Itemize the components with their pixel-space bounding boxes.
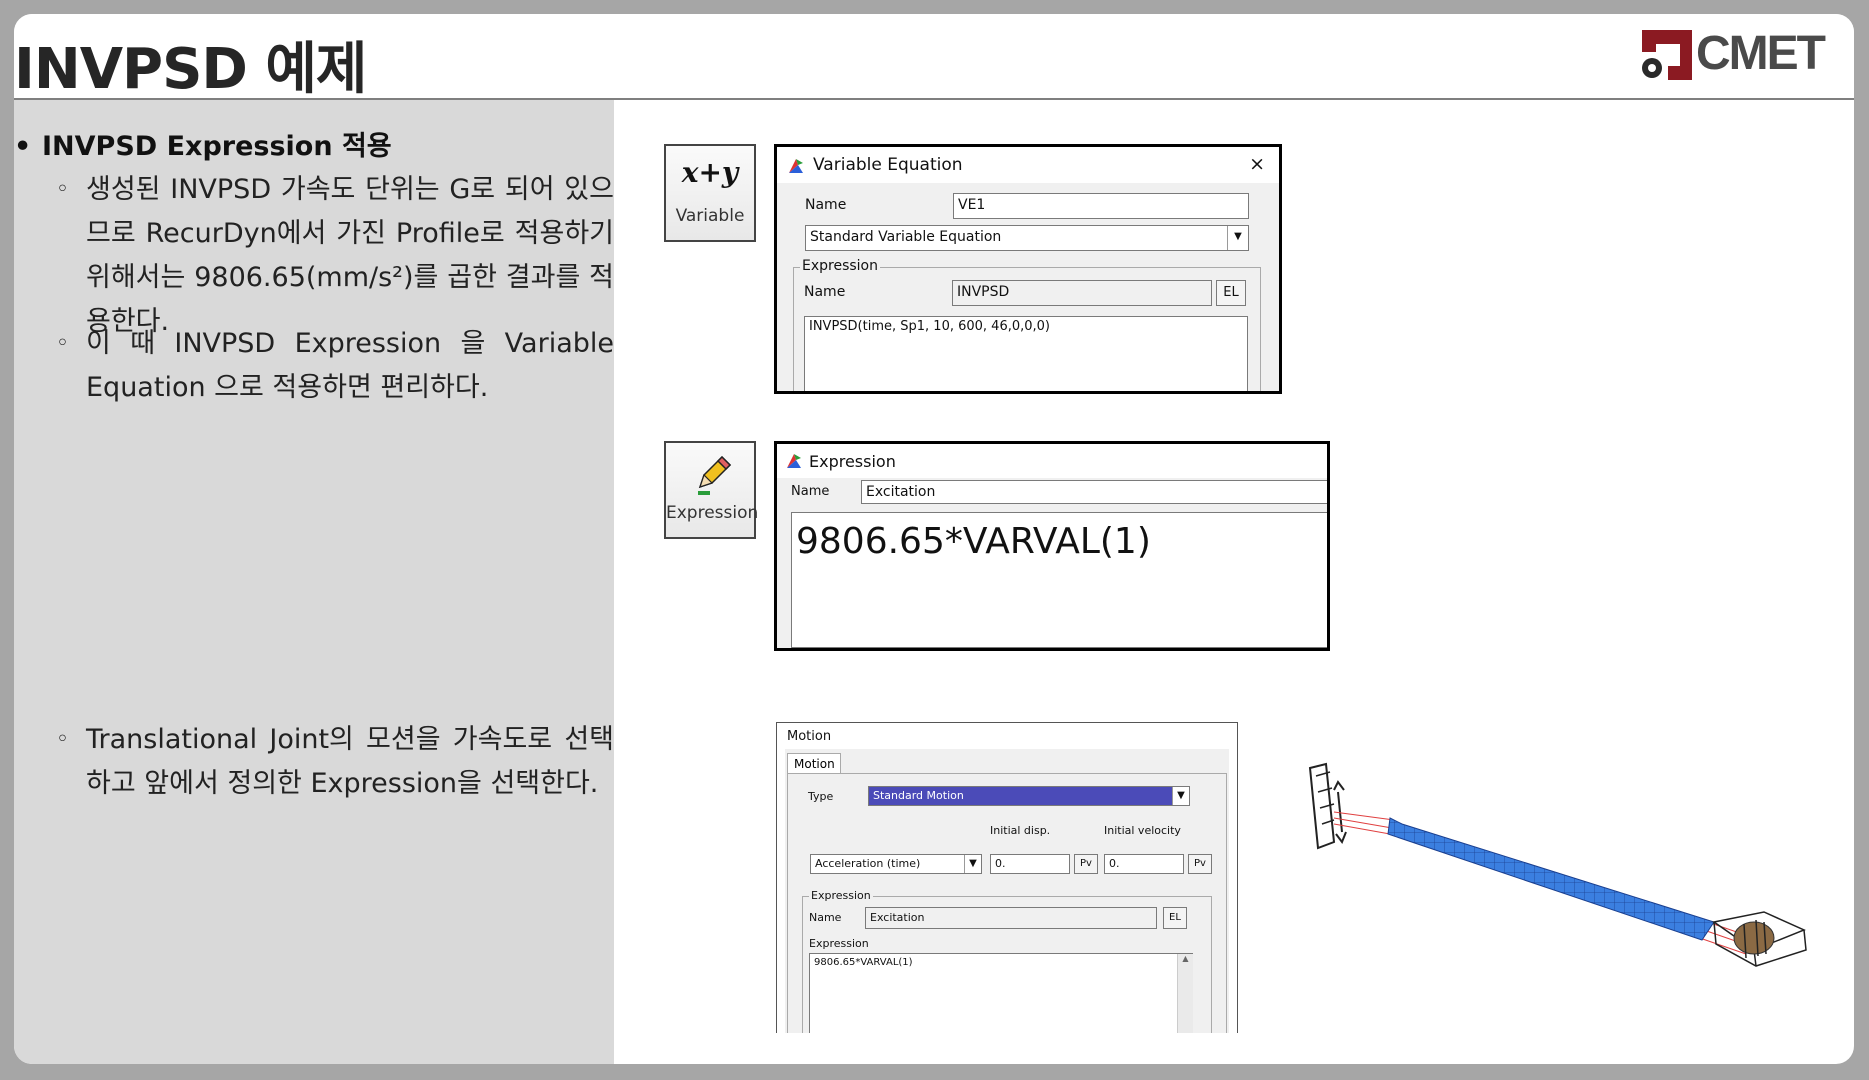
beam-mesh: [1387, 817, 1715, 941]
expression-name-label: Name: [804, 284, 846, 300]
slide: INVPSD 예제 CMET • INVPSD Expression 적용 ◦ 생…: [14, 14, 1854, 1064]
initial-velocity-pv-button[interactable]: Pv: [1188, 854, 1212, 874]
expression-name-input[interactable]: INVPSD: [952, 280, 1212, 306]
tip-mass-right: [1712, 911, 1807, 967]
cmet-logo: CMET: [1638, 26, 1848, 88]
recurdyn-app-icon: [787, 454, 801, 468]
sub-bullet-3-text: Translational Joint의 모션을 가속도로 선택하고 앞에서 정…: [86, 724, 614, 799]
expression-name-label: Name: [791, 484, 830, 499]
variable-equation-dialog: Variable Equation × Name VE1 Standard Va…: [774, 144, 1282, 394]
initial-velocity-label: Initial velocity: [1104, 824, 1181, 837]
variable-icon: x+y: [681, 156, 739, 189]
variable-icon-button[interactable]: x+y Variable: [664, 144, 756, 242]
motion-dialog-title: Motion: [787, 729, 832, 744]
sub-bullet-mark: ◦: [56, 177, 69, 202]
slide-title: INVPSD 예제: [14, 37, 367, 102]
expression-dialog-body: Name Excitation 9806.65*VARVAL(1): [777, 478, 1327, 648]
sub-bullet-2-text: 이 때 INVPSD Expression 을 Variable Equatio…: [86, 328, 614, 403]
motion-el-button[interactable]: EL: [1163, 907, 1187, 929]
expression-group-label: Expression: [800, 258, 880, 274]
type-label: Type: [808, 790, 834, 803]
motion-expression-scrollbar[interactable]: ▲: [1177, 954, 1193, 1033]
motion-dialog: Motion Motion Type Standard Motion ▼ Ini…: [776, 722, 1238, 1033]
slide-header: INVPSD 예제 CMET: [14, 14, 1854, 102]
expression-dialog-title: Expression: [809, 452, 896, 471]
initial-velocity-input[interactable]: 0.: [1104, 854, 1184, 874]
beam-model-illustration: [1308, 762, 1807, 967]
motion-expression-group: Expression Name Excitation EL Expression…: [802, 889, 1212, 1033]
motion-expression-textarea[interactable]: 9806.65*VARVAL(1): [809, 953, 1193, 1033]
motion-mode-value: Acceleration (time): [815, 857, 921, 870]
motion-expression-name-input[interactable]: Excitation: [865, 907, 1157, 929]
motion-mode-select[interactable]: Acceleration (time) ▼: [810, 854, 982, 874]
initial-disp-pv-button[interactable]: Pv: [1074, 854, 1098, 874]
chevron-down-icon[interactable]: ▼: [1172, 787, 1189, 805]
equation-type-select[interactable]: Standard Variable Equation ▼: [805, 225, 1249, 251]
expression-icon-button[interactable]: Expression: [664, 441, 759, 539]
chevron-down-icon[interactable]: ▼: [1227, 226, 1248, 250]
type-select[interactable]: Standard Motion ▼: [868, 786, 1190, 806]
chevron-down-icon[interactable]: ▼: [964, 855, 981, 873]
sub-bullet-mark: ◦: [56, 727, 69, 752]
tab-motion[interactable]: Motion: [787, 753, 841, 773]
sub-bullet-3: ◦ Translational Joint의 모션을 가속도로 선택하고 앞에서…: [56, 718, 614, 806]
variable-icon-label: Variable: [675, 206, 745, 226]
motion-tab-panel: Type Standard Motion ▼ Initial disp. Ini…: [787, 773, 1227, 1033]
variable-dialog-body: Name VE1 Standard Variable Equation ▼ Ex…: [777, 183, 1279, 391]
bullet-main: • INVPSD Expression 적용: [14, 131, 392, 162]
expression-icon-label: Expression: [666, 503, 759, 523]
sub-bullet-2: ◦ 이 때 INVPSD Expression 을 Variable Equat…: [56, 322, 614, 410]
cmet-logo-icon: [1642, 30, 1692, 80]
expression-dialog: Expression Name Excitation 9806.65*VARVA…: [774, 441, 1330, 651]
motion-name-label: Name: [809, 911, 842, 924]
sub-bullet-1: ◦ 생성된 INVPSD 가속도 단위는 G로 되어 있으므로 RecurDyn…: [56, 168, 614, 344]
sub-bullet-mark: ◦: [56, 331, 69, 356]
bullet-main-text: INVPSD Expression 적용: [42, 131, 392, 162]
name-label: Name: [805, 197, 847, 213]
name-input[interactable]: VE1: [953, 193, 1249, 219]
sub-bullet-1-text: 생성된 INVPSD 가속도 단위는 G로 되어 있으므로 RecurDyn에서…: [86, 174, 614, 337]
el-button[interactable]: EL: [1216, 280, 1246, 306]
shaker-fixture-left: [1308, 762, 1347, 850]
expression-group: Expression Name INVPSD EL INVPSD(time, S…: [793, 258, 1261, 391]
cmet-logo-text: CMET: [1696, 27, 1826, 80]
motion-expression-group-label: Expression: [809, 889, 873, 902]
initial-disp-input[interactable]: 0.: [990, 854, 1070, 874]
left-text-panel: • INVPSD Expression 적용 ◦ 생성된 INVPSD 가속도 단…: [14, 100, 614, 1064]
pencil-icon: [698, 455, 732, 495]
motion-expression-label: Expression: [809, 937, 869, 950]
expression-textarea[interactable]: 9806.65*VARVAL(1): [791, 512, 1327, 648]
scroll-up-icon[interactable]: ▲: [1178, 954, 1193, 963]
expression-name-input[interactable]: Excitation: [861, 480, 1327, 504]
initial-disp-label: Initial disp.: [990, 824, 1051, 837]
motion-dialog-body: Motion Type Standard Motion ▼ Initial di…: [785, 749, 1229, 1033]
equation-type-value: Standard Variable Equation: [810, 229, 1002, 245]
recurdyn-app-icon: [789, 159, 803, 173]
expression-textarea[interactable]: INVPSD(time, Sp1, 10, 600, 46,0,0,0): [804, 316, 1248, 391]
variable-dialog-title: Variable Equation: [813, 155, 963, 175]
type-value: Standard Motion: [873, 789, 964, 802]
close-icon[interactable]: ×: [1249, 153, 1265, 175]
